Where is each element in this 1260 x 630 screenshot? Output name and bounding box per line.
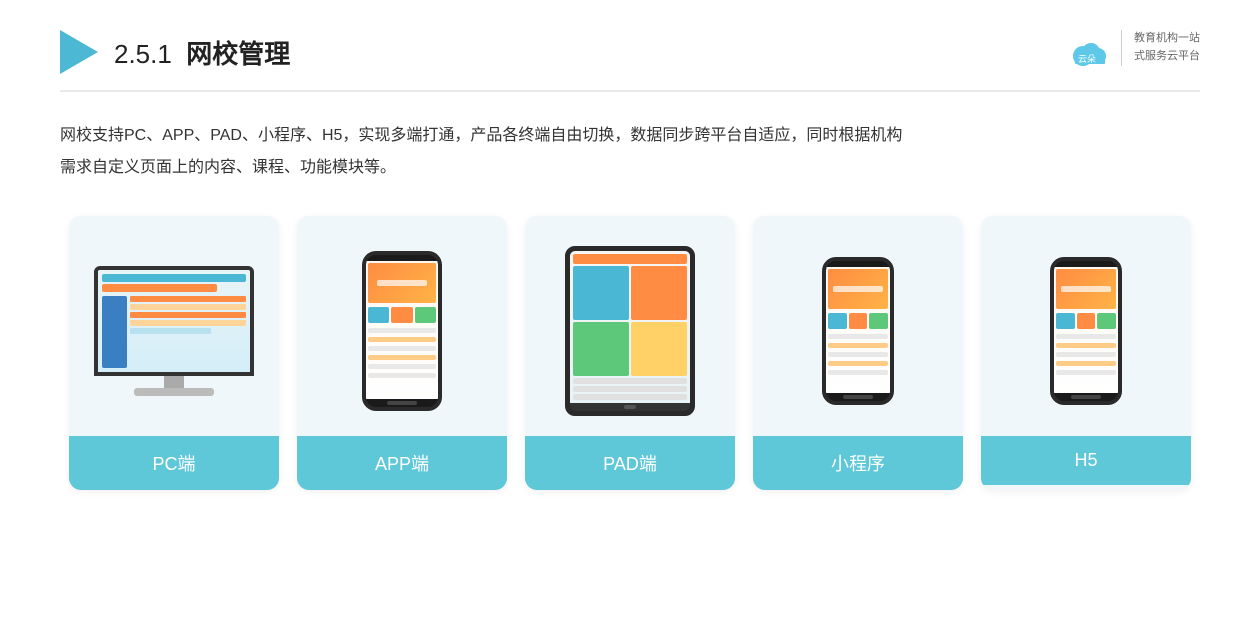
tablet-screen [570, 251, 690, 403]
description-line2: 需求自定义页面上的内容、课程、功能模块等。 [60, 152, 1200, 184]
description-line1: 网校支持PC、APP、PAD、小程序、H5，实现多端打通，产品各终端自由切换，数… [60, 120, 1200, 152]
device-phone-miniapp [822, 257, 894, 405]
brand-tagline-2: 式服务云平台 [1134, 48, 1200, 66]
card-miniapp-label: 小程序 [753, 436, 963, 490]
card-pad-image [525, 216, 735, 436]
device-phone-app [362, 251, 442, 411]
brand-text: 教育机构一站 式服务云平台 [1134, 30, 1200, 65]
logo-triangle-icon [60, 30, 98, 74]
pc-main [130, 296, 246, 368]
card-pad-label: PAD端 [525, 436, 735, 490]
card-miniapp-image [753, 216, 963, 436]
phone-hero-h5 [1056, 269, 1116, 309]
pc-monitor [94, 266, 254, 376]
title-text: 网校管理 [186, 39, 290, 69]
device-pc [94, 266, 254, 396]
phone-grid-h5 [1056, 313, 1116, 329]
card-h5-image [981, 216, 1191, 436]
card-app: APP端 [297, 216, 507, 490]
description: 网校支持PC、APP、PAD、小程序、H5，实现多端打通，产品各终端自由切换，数… [60, 120, 1200, 184]
page: 2.5.1 网校管理 云朵 教育机构一站 式服务云平台 网校支持PC、APP、P… [0, 0, 1260, 630]
card-h5-label: H5 [981, 436, 1191, 485]
card-miniapp: 小程序 [753, 216, 963, 490]
phone-notch-app [387, 255, 417, 261]
card-pc-image [69, 216, 279, 436]
pc-base [134, 388, 214, 396]
card-app-label: APP端 [297, 436, 507, 490]
section-number: 2.5.1 [114, 39, 172, 69]
phone-home-bar-miniapp [843, 395, 873, 399]
phone-screen-app [366, 261, 438, 399]
svg-text:云朵: 云朵 [1078, 54, 1096, 64]
card-pc: PC端 [69, 216, 279, 490]
brand-cloud-icon: 云朵 [1065, 30, 1109, 74]
phone-grid-miniapp [828, 313, 888, 329]
phone-screen-h5 [1054, 267, 1118, 393]
header: 2.5.1 网校管理 云朵 教育机构一站 式服务云平台 [60, 30, 1200, 92]
page-title: 2.5.1 网校管理 [114, 34, 290, 71]
device-tablet [565, 246, 695, 416]
pc-screen-content [102, 296, 246, 368]
phone-notch-h5 [1073, 261, 1099, 267]
phone-grid-app [368, 307, 436, 323]
card-pad: PAD端 [525, 216, 735, 490]
pc-bar-top [102, 274, 246, 282]
header-left: 2.5.1 网校管理 [60, 30, 290, 74]
device-phone-h5 [1050, 257, 1122, 405]
phone-hero-app [368, 263, 436, 303]
phone-home-bar-app [387, 401, 417, 405]
card-h5: H5 [981, 216, 1191, 490]
brand-area: 云朵 教育机构一站 式服务云平台 [1065, 30, 1200, 74]
brand-tagline-1: 教育机构一站 [1134, 30, 1200, 48]
pc-sidebar [102, 296, 127, 368]
phone-hero-miniapp [828, 269, 888, 309]
tablet-home-button [570, 403, 690, 411]
pc-neck [164, 376, 184, 388]
phone-notch-miniapp [845, 261, 871, 267]
pc-screen [98, 270, 250, 372]
phone-screen-miniapp [826, 267, 890, 393]
cards-container: PC端 [60, 216, 1200, 490]
tablet-top-bar [573, 254, 687, 264]
card-app-image [297, 216, 507, 436]
tablet-rows [573, 378, 687, 400]
tablet-grid [573, 266, 687, 376]
brand-divider [1121, 30, 1122, 66]
phone-home-bar-h5 [1071, 395, 1101, 399]
pc-bar-hero [102, 284, 217, 292]
card-pc-label: PC端 [69, 436, 279, 490]
